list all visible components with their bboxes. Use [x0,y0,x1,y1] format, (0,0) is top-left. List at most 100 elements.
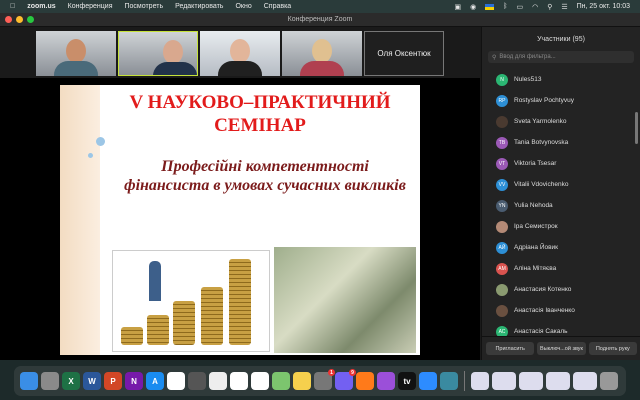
shared-screen-slide: V НАУКОВО–ПРАКТИЧНИЙ СЕМІНАР Професійні … [60,85,420,355]
participant-item[interactable]: VV Vitalii Vdovichenko [482,174,632,195]
minimized-window[interactable] [546,372,570,390]
menu-app-name[interactable]: zoom.us [27,3,55,10]
finder-icon[interactable] [20,372,38,390]
webcam-icon[interactable] [440,372,458,390]
mute-all-button[interactable]: Выключ...ой звук [537,342,586,355]
zoom-button[interactable] [27,16,34,23]
calculator-icon[interactable] [188,372,206,390]
ukraine-flag-icon[interactable] [485,3,495,10]
participant-filter-input[interactable]: ⚲ Ввод для фильтра... [488,51,634,63]
slide-title: V НАУКОВО–ПРАКТИЧНИЙ СЕМІНАР [129,92,391,136]
word-icon[interactable]: W [83,372,101,390]
search-icon: ⚲ [492,54,497,61]
avatar: АМ [496,262,508,275]
participant-name: Sveta Yarmolenko [514,118,567,125]
raise-hand-button[interactable]: Поднять руку [588,342,637,355]
participant-name: Yulia Nehoda [514,202,553,209]
bluetooth-icon[interactable]: ᛒ [503,3,507,10]
menu-window[interactable]: Окно [235,3,251,10]
viber-icon[interactable]: 9 [335,369,356,390]
avatar [496,220,508,233]
close-button[interactable] [5,16,12,23]
participants-list: N Nules513 RP Rostyslav Pochtyvuy Sveta Yarm… [482,69,632,342]
datetime[interactable]: Пн, 25 окт. 10:03 [577,3,630,10]
menu-edit[interactable]: Редактировать [175,3,223,10]
menu-help[interactable]: Справка [264,3,291,10]
participants-title: Участники (95) [537,36,585,43]
avatar: VV [496,178,508,191]
window-title: Конференция Zoom [287,16,353,23]
app-store-icon[interactable]: A [146,372,164,390]
participant-name: Rostyslav Pochtyvuy [514,97,574,104]
meeting-stage: Оля Оксентюк V НАУКОВО–ПРАКТИЧНИЙ СЕМІНА… [0,27,480,360]
invite-button[interactable]: Пригласить [486,342,535,355]
scrollbar[interactable] [635,112,638,144]
powerpoint-icon[interactable]: P [104,372,122,390]
badge: 9 [349,369,356,376]
participant-name: Анастасия Котенко [514,286,572,293]
downloads-folder[interactable] [471,372,489,390]
apple-icon[interactable]:  [10,3,15,10]
system-preferences-icon[interactable]: 1 [314,369,335,390]
video-tile[interactable] [200,31,280,76]
photos-icon[interactable] [230,372,248,390]
battery-icon[interactable]: ▭ [516,3,523,11]
launchpad-icon[interactable] [41,372,59,390]
onenote-icon[interactable]: N [125,372,143,390]
participant-item[interactable]: N Nules513 [482,69,632,90]
participant-name: Оля Оксентюк [377,49,431,58]
reminders-icon[interactable] [251,372,269,390]
avatar [496,283,508,296]
notes-icon[interactable] [293,372,311,390]
excel-icon[interactable]: X [62,372,80,390]
zoom-status-icon[interactable]: ▣ [455,3,462,11]
spotlight-search-icon[interactable]: ⚲ [547,3,552,11]
chrome-icon[interactable] [209,372,227,390]
participant-item[interactable]: Анастасія Іванченко [482,300,632,321]
participant-name: Vitalii Vdovichenko [514,181,569,188]
minimize-button[interactable] [16,16,23,23]
minimized-window[interactable] [573,372,597,390]
menu-conference[interactable]: Конференция [68,3,113,10]
minimized-window[interactable] [492,372,516,390]
avatar [496,115,508,128]
participant-name: Анастасія Сакаль [514,328,568,335]
participant-item[interactable]: YN Yulia Nehoda [482,195,632,216]
video-tile-active-speaker[interactable] [118,31,198,76]
participant-item[interactable]: АМ Аліна Мітяєва [482,258,632,279]
video-tile-name-only[interactable]: Оля Оксентюк [364,31,444,76]
participant-item[interactable]: RP Rostyslav Pochtyvuy [482,90,632,111]
maps-icon[interactable] [272,372,290,390]
podcasts-icon[interactable] [377,372,395,390]
video-tile[interactable] [282,31,362,76]
filter-placeholder: Ввод для фильтра... [499,54,556,60]
viber-status-icon[interactable]: ◉ [470,3,476,11]
participant-name: Іра Семистрок [514,223,558,230]
apple-tv-icon[interactable]: tv [398,372,416,390]
onedrive-icon[interactable] [167,372,185,390]
dock: X W P N A 1 9 tv [14,366,626,396]
zoom-icon[interactable] [419,372,437,390]
coins-stairs-image [112,250,270,352]
participant-item[interactable]: Анастасия Котенко [482,279,632,300]
menu-view[interactable]: Посмотреть [125,3,164,10]
participant-item[interactable]: Sveta Yarmolenko [482,111,632,132]
decor-circle [96,137,105,146]
video-tile[interactable] [36,31,116,76]
participant-item[interactable]: VT Viktoria Tsesar [482,153,632,174]
participant-name: Nules513 [514,76,542,83]
participant-item[interactable]: TB Tania Botvynovska [482,132,632,153]
avatar: TB [496,136,508,149]
participant-item[interactable]: Іра Семистрок [482,216,632,237]
dock-separator [464,371,465,391]
participant-name: Аліна Мітяєва [514,265,557,272]
minimized-window[interactable] [519,372,543,390]
participants-panel: Участники (95) ⚲ Ввод для фильтра... N Nu… [481,27,640,360]
control-center-icon[interactable]: ☰ [561,3,567,11]
wifi-icon[interactable]: ◠ [532,3,538,11]
slide-decoration [60,85,100,355]
trash-icon[interactable] [600,372,618,390]
participant-item[interactable]: АЙ Адріана Йовик [482,237,632,258]
firefox-icon[interactable] [356,372,374,390]
avatar: RP [496,94,508,107]
